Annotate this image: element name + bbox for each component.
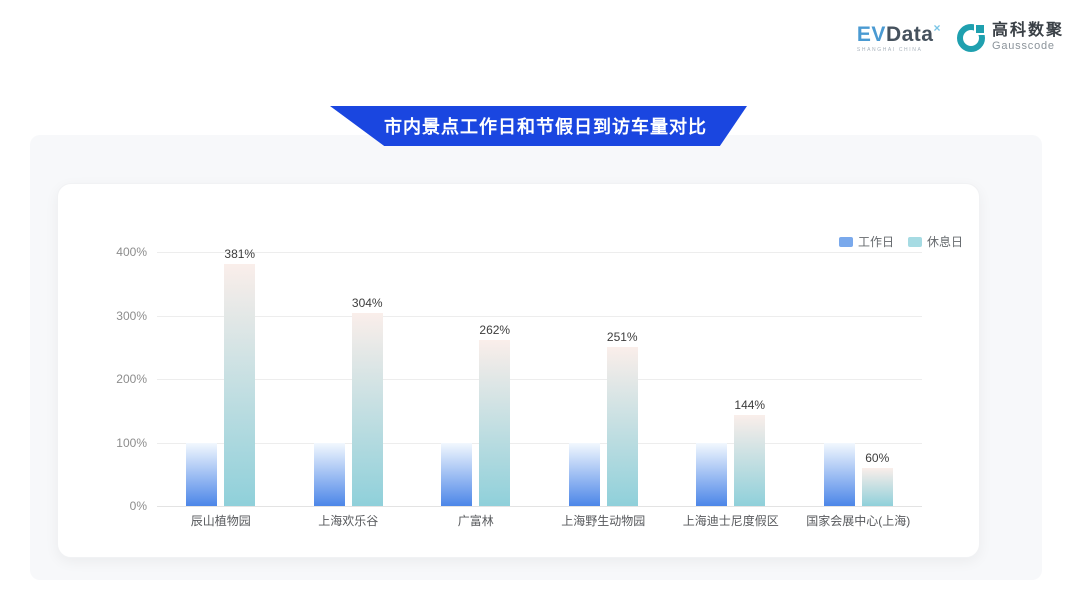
bar-休息日[interactable]: 144% [734,415,765,506]
bar-工作日[interactable] [186,443,217,507]
bar-group: 262% [412,252,540,506]
legend-swatch-workday [839,237,853,247]
bar-group: 144% [667,252,795,506]
bar-休息日[interactable]: 304% [352,313,383,506]
evdata-data-text: Data [886,23,934,46]
bar-休息日[interactable]: 60% [862,468,893,506]
page: EVData× SHANGHAI CHINA 高科数聚 Gausscode 市内… [0,0,1080,608]
bar-休息日[interactable]: 262% [479,340,510,506]
data-label: 262% [479,323,510,337]
chart-card: 工作日 休息日 0% 100% 200% 300% 400% 381% 304% 262% 25… [57,183,980,558]
data-label: 251% [607,330,638,344]
gausscode-text: 高科数聚 Gausscode [992,23,1064,52]
gausscode-icon-dot [976,25,984,33]
x-axis-label: 广富林 [412,512,540,529]
bar-工作日[interactable] [696,443,727,507]
data-label: 144% [734,398,765,412]
data-label: 381% [224,247,255,261]
bar-group: 60% [795,252,923,506]
bar-groups: 381% 304% 262% 251% 144% 60% [157,252,922,506]
legend-label-restday: 休息日 [927,233,963,250]
legend-item-restday[interactable]: 休息日 [908,233,963,250]
legend-label-workday: 工作日 [858,233,894,250]
bar-chart-plot-area: 0%100%200%300%400%381%304%262%251%144%60… [157,252,922,506]
bar-group: 381% [157,252,285,506]
chart-legend: 工作日 休息日 [839,233,963,250]
bar-group: 251% [540,252,668,506]
x-axis-label: 上海野生动物园 [540,512,668,529]
y-axis-tick: 0% [85,499,147,513]
x-axis-label: 上海欢乐谷 [285,512,413,529]
data-label: 304% [352,296,383,310]
legend-item-workday[interactable]: 工作日 [839,233,894,250]
x-axis-label: 国家会展中心(上海) [795,512,923,529]
y-axis-tick: 400% [85,245,147,259]
y-axis-tick: 100% [85,436,147,450]
bar-休息日[interactable]: 381% [224,264,255,506]
bar-工作日[interactable] [441,443,472,507]
evdata-ev-text: EV [857,23,886,46]
bar-工作日[interactable] [314,443,345,507]
gridline [157,506,922,507]
y-axis-tick: 300% [85,309,147,323]
bar-工作日[interactable] [824,443,855,507]
page-title: 市内景点工作日和节假日到访车量对比 [370,113,707,139]
x-axis-label: 上海迪士尼度假区 [667,512,795,529]
bar-工作日[interactable] [569,443,600,507]
header-logos: EVData× SHANGHAI CHINA 高科数聚 Gausscode [857,22,1064,53]
evdata-logo: EVData× SHANGHAI CHINA [857,22,941,53]
evdata-x-mark: × [933,21,941,35]
x-axis-label: 辰山植物园 [157,512,285,529]
x-axis-labels: 辰山植物园上海欢乐谷广富林上海野生动物园上海迪士尼度假区国家会展中心(上海) [157,512,922,529]
evdata-subtitle: SHANGHAI CHINA [857,48,941,53]
legend-swatch-restday [908,237,922,247]
bar-group: 304% [285,252,413,506]
gausscode-icon [957,24,985,52]
gausscode-logo: 高科数聚 Gausscode [957,23,1064,52]
evdata-wordmark: EVData× [857,22,941,45]
gausscode-name-cn: 高科数聚 [992,23,1064,39]
title-banner: 市内景点工作日和节假日到访车量对比 [330,106,747,146]
bar-休息日[interactable]: 251% [607,347,638,506]
y-axis-tick: 200% [85,372,147,386]
data-label: 60% [865,451,889,465]
gausscode-name-en: Gausscode [992,41,1064,52]
